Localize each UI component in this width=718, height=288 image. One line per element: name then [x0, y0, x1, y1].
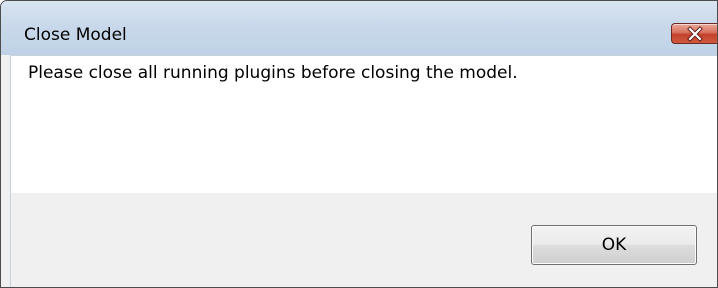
ok-button[interactable]: OK [531, 225, 697, 265]
close-model-dialog: Close Model Please close all running plu… [0, 0, 718, 288]
close-x-icon [687, 26, 703, 42]
window-title: Close Model [24, 25, 127, 45]
dialog-message: Please close all running plugins before … [28, 63, 518, 83]
title-bar[interactable]: Close Model [1, 1, 717, 55]
window-close-button[interactable] [671, 23, 717, 44]
